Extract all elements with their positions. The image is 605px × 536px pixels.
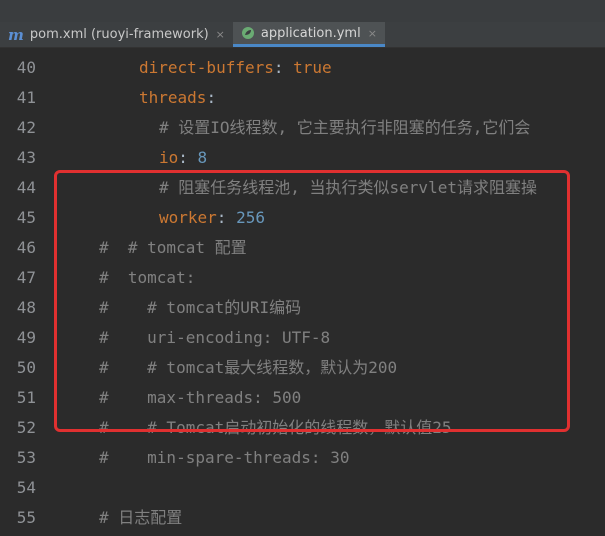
close-icon[interactable]: × bbox=[216, 28, 225, 41]
code-text: # tomcat: bbox=[99, 263, 195, 293]
line-number: 49 bbox=[16, 328, 36, 347]
code-text: # uri-encoding: UTF-8 bbox=[99, 323, 330, 353]
code-line[interactable]: 40 direct-buffers: true bbox=[0, 53, 605, 83]
code-token: io bbox=[159, 148, 179, 167]
line-number: 41 bbox=[16, 88, 36, 107]
code-line[interactable]: 54 bbox=[0, 473, 605, 503]
code-line[interactable]: 50 # # tomcat最大线程数，默认为200 bbox=[0, 353, 605, 383]
code-text: # 设置IO线程数, 它主要执行非阻塞的任务,它们会 bbox=[159, 113, 530, 143]
spring-leaf-icon bbox=[241, 26, 255, 40]
line-number: 46 bbox=[16, 238, 36, 257]
code-line[interactable]: 46 # # tomcat 配置 bbox=[0, 233, 605, 263]
code-line[interactable]: 53 # min-spare-threads: 30 bbox=[0, 443, 605, 473]
code-text: # 阻塞任务线程池, 当执行类似servlet请求阻塞操 bbox=[159, 173, 537, 203]
code-token: # min-spare-threads: 30 bbox=[99, 448, 350, 467]
code-token: # # tomcat 配置 bbox=[99, 238, 247, 257]
line-number: 45 bbox=[16, 208, 36, 227]
code-text: threads: bbox=[139, 83, 216, 113]
code-text: # max-threads: 500 bbox=[99, 383, 301, 413]
maven-m-icon: m bbox=[8, 25, 24, 44]
code-token: threads bbox=[139, 88, 207, 107]
code-token: 256 bbox=[236, 208, 265, 227]
code-text: # # Tomcat启动初始化的线程数，默认值25 bbox=[99, 413, 452, 443]
editor-tab-bar: m pom.xml (ruoyi-framework) × applicatio… bbox=[0, 22, 605, 48]
code-token: : bbox=[273, 58, 294, 77]
line-number: 53 bbox=[16, 448, 36, 467]
tab-label: pom.xml (ruoyi-framework) bbox=[29, 27, 209, 42]
code-token: # max-threads: 500 bbox=[99, 388, 302, 407]
code-line[interactable]: 43 io: 8 bbox=[0, 143, 605, 173]
code-line[interactable]: 52 # # Tomcat启动初始化的线程数，默认值25 bbox=[0, 413, 605, 443]
code-editor[interactable]: 40 direct-buffers: true 41 threads: 42 # 设置IO… bbox=[0, 49, 605, 536]
code-token: # 设置IO线程数, 它主要执行非阻塞的任务,它们会 bbox=[159, 118, 531, 137]
code-text: direct-buffers: true bbox=[139, 53, 332, 83]
code-token: # # tomcat的URI编码 bbox=[99, 298, 302, 317]
code-text: # 日志配置 bbox=[99, 503, 182, 533]
code-text: io: 8 bbox=[159, 143, 207, 173]
line-number: 51 bbox=[16, 388, 36, 407]
code-text: # # tomcat最大线程数，默认为200 bbox=[99, 353, 397, 383]
code-line[interactable]: 51 # max-threads: 500 bbox=[0, 383, 605, 413]
line-number: 48 bbox=[16, 298, 36, 317]
title-strip bbox=[0, 0, 605, 22]
code-token: : bbox=[178, 148, 198, 167]
code-token: # 阻塞任务线程池, 当执行类似servlet请求阻塞操 bbox=[159, 178, 537, 197]
code-line[interactable]: 44 # 阻塞任务线程池, 当执行类似servlet请求阻塞操 bbox=[0, 173, 605, 203]
code-token: # tomcat: bbox=[99, 268, 196, 287]
line-number: 42 bbox=[16, 118, 36, 137]
code-token: direct-buffers bbox=[139, 58, 274, 77]
code-line[interactable]: 47 # tomcat: bbox=[0, 263, 605, 293]
code-text: # # tomcat的URI编码 bbox=[99, 293, 301, 323]
line-number: 50 bbox=[16, 358, 36, 377]
code-line[interactable]: 45 worker: 256 bbox=[0, 203, 605, 233]
code-token: true bbox=[293, 58, 332, 77]
code-token: worker bbox=[159, 208, 217, 227]
code-line[interactable]: 41 threads: bbox=[0, 83, 605, 113]
code-token: # uri-encoding: UTF-8 bbox=[99, 328, 331, 347]
code-text: # min-spare-threads: 30 bbox=[99, 443, 349, 473]
tab-pom-xml[interactable]: m pom.xml (ruoyi-framework) × bbox=[0, 22, 233, 47]
line-number: 52 bbox=[16, 418, 36, 437]
tab-application-yml[interactable]: application.yml × bbox=[232, 22, 385, 47]
line-number: 47 bbox=[16, 268, 36, 287]
ide-window: m pom.xml (ruoyi-framework) × applicatio… bbox=[0, 0, 605, 536]
line-number: 43 bbox=[16, 148, 36, 167]
code-token: : bbox=[206, 88, 217, 107]
line-number: 55 bbox=[16, 508, 36, 527]
code-text: # # tomcat 配置 bbox=[99, 233, 247, 263]
code-token: # # Tomcat启动初始化的线程数，默认值25 bbox=[99, 418, 452, 437]
close-icon[interactable]: × bbox=[368, 27, 377, 40]
code-token: : bbox=[216, 208, 237, 227]
code-token: # # tomcat最大线程数，默认为200 bbox=[99, 358, 398, 377]
code-line[interactable]: 42 # 设置IO线程数, 它主要执行非阻塞的任务,它们会 bbox=[0, 113, 605, 143]
code-line[interactable]: 55 # 日志配置 bbox=[0, 503, 605, 533]
line-number: 44 bbox=[16, 178, 36, 197]
code-line[interactable]: 49 # uri-encoding: UTF-8 bbox=[0, 323, 605, 353]
line-number: 54 bbox=[16, 478, 36, 497]
code-text: worker: 256 bbox=[159, 203, 265, 233]
code-token: 8 bbox=[197, 148, 208, 167]
code-line[interactable]: 48 # # tomcat的URI编码 bbox=[0, 293, 605, 323]
tab-label: application.yml bbox=[260, 25, 361, 41]
code-token: # 日志配置 bbox=[99, 508, 183, 527]
line-number: 40 bbox=[16, 58, 36, 77]
